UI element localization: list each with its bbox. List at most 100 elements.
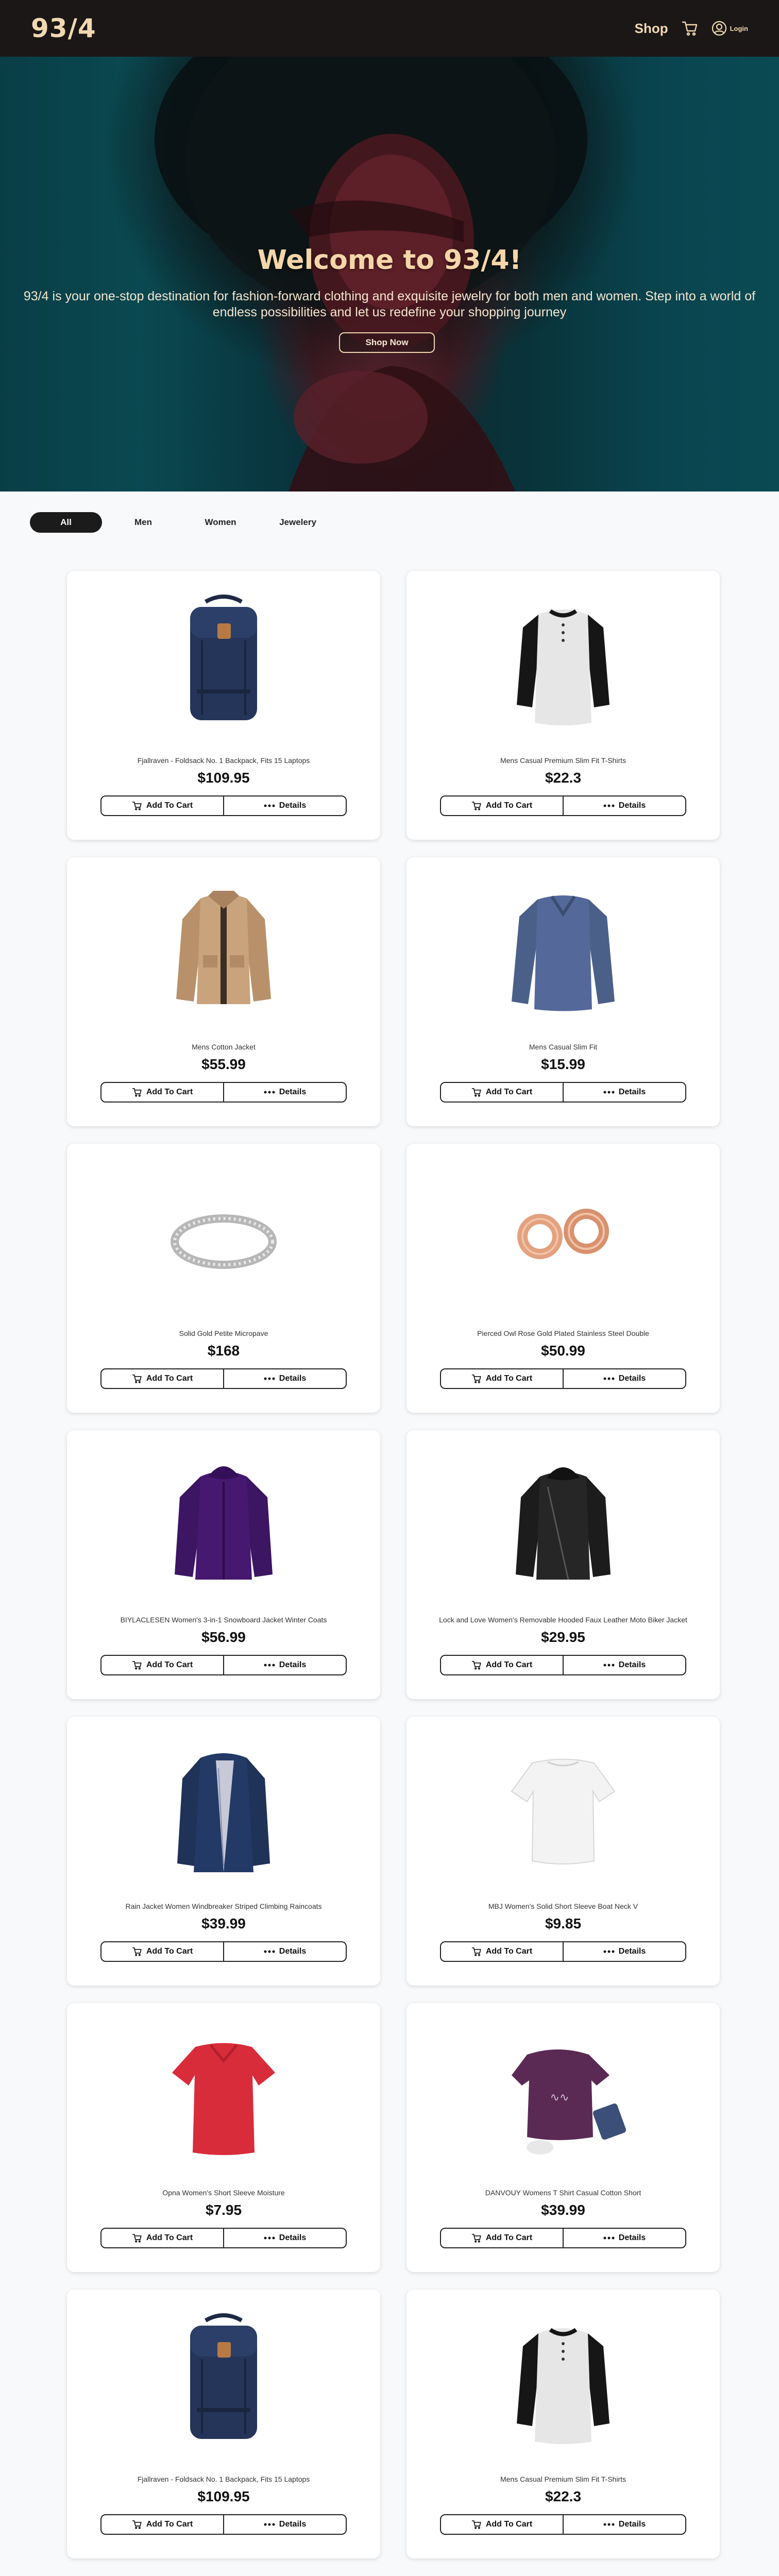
product-card[interactable]: Solid Gold Petite Micropave $168 Add To … (67, 1144, 380, 1413)
details-button[interactable]: Details (224, 1369, 346, 1388)
details-button[interactable]: Details (224, 1083, 346, 1101)
add-to-cart-button[interactable]: Add To Cart (101, 1942, 224, 1961)
product-card[interactable]: Mens Casual Premium Slim Fit T-Shirts $2… (407, 2290, 720, 2558)
more-dots-icon (264, 804, 275, 807)
product-image[interactable] (151, 878, 296, 1022)
details-button[interactable]: Details (564, 2229, 685, 2247)
add-to-cart-label: Add To Cart (485, 1374, 533, 1383)
product-image[interactable] (491, 878, 635, 1022)
product-card[interactable]: Mens Casual Slim Fit $15.99 Add To Cart … (407, 857, 720, 1126)
product-price: $29.95 (541, 1629, 585, 1645)
product-image[interactable] (491, 1737, 635, 1882)
cart-icon (132, 1947, 142, 1956)
details-label: Details (279, 1088, 307, 1096)
add-to-cart-button[interactable]: Add To Cart (101, 2229, 224, 2247)
login-button[interactable]: Login (712, 21, 748, 36)
product-actions: Add To Cart Details (440, 1082, 686, 1103)
product-price: $39.99 (201, 1916, 246, 1931)
product-title: Solid Gold Petite Micropave (179, 1329, 268, 1337)
product-card[interactable]: Mens Casual Premium Slim Fit T-Shirts $2… (407, 571, 720, 840)
cart-icon (132, 801, 142, 810)
product-image[interactable] (151, 591, 296, 736)
product-title: MBJ Women's Solid Short Sleeve Boat Neck… (488, 1902, 638, 1910)
details-button[interactable]: Details (224, 1656, 346, 1674)
add-to-cart-button[interactable]: Add To Cart (441, 2229, 564, 2247)
product-price: $39.99 (541, 2202, 585, 2218)
details-button[interactable]: Details (564, 2515, 685, 2534)
add-to-cart-label: Add To Cart (485, 1947, 533, 1956)
product-image[interactable] (151, 2024, 296, 2168)
add-to-cart-button[interactable]: Add To Cart (441, 1942, 564, 1961)
more-dots-icon (264, 2236, 275, 2240)
add-to-cart-button[interactable]: Add To Cart (441, 2515, 564, 2534)
details-button[interactable]: Details (224, 1942, 346, 1961)
details-button[interactable]: Details (564, 1656, 685, 1674)
cart-icon (471, 2520, 481, 2529)
product-image[interactable] (151, 1737, 296, 1882)
product-actions: Add To Cart Details (440, 1941, 686, 1962)
filter-men[interactable]: Men (107, 512, 179, 533)
add-to-cart-label: Add To Cart (485, 2520, 533, 2529)
more-dots-icon (603, 1950, 615, 1953)
product-card[interactable]: Fjallraven - Foldsack No. 1 Backpack, Fi… (67, 2290, 380, 2558)
product-image[interactable] (491, 1451, 635, 1595)
details-button[interactable]: Details (224, 2515, 346, 2534)
details-button[interactable]: Details (564, 1942, 685, 1961)
product-card[interactable]: Rain Jacket Women Windbreaker Striped Cl… (67, 1717, 380, 1986)
cart-icon (471, 1374, 481, 1383)
add-to-cart-button[interactable]: Add To Cart (441, 1083, 564, 1101)
details-button[interactable]: Details (564, 1369, 685, 1388)
product-price: $9.85 (545, 1916, 582, 1931)
product-card[interactable]: Pierced Owl Rose Gold Plated Stainless S… (407, 1144, 720, 1413)
product-card[interactable]: Opna Women's Short Sleeve Moisture $7.95… (67, 2003, 380, 2272)
filter-jewelery[interactable]: Jewelery (262, 512, 334, 533)
add-to-cart-button[interactable]: Add To Cart (101, 1656, 224, 1674)
shop-now-button[interactable]: Shop Now (339, 332, 435, 353)
product-image[interactable] (491, 2310, 635, 2454)
add-to-cart-button[interactable]: Add To Cart (441, 1369, 564, 1388)
details-button[interactable]: Details (564, 796, 685, 815)
add-to-cart-button[interactable]: Add To Cart (101, 2515, 224, 2534)
product-title: Fjallraven - Foldsack No. 1 Backpack, Fi… (137, 756, 310, 765)
nav-shop-link[interactable]: Shop (635, 21, 668, 37)
details-button[interactable]: Details (564, 1083, 685, 1101)
product-title: Rain Jacket Women Windbreaker Striped Cl… (125, 1902, 322, 1910)
details-button[interactable]: Details (224, 796, 346, 815)
add-to-cart-button[interactable]: Add To Cart (441, 796, 564, 815)
user-icon (712, 21, 726, 36)
product-card[interactable]: ∿∿ DANVOUY Womens T Shirt Casual Cotton … (407, 2003, 720, 2272)
product-image[interactable] (151, 1164, 296, 1309)
filter-women[interactable]: Women (184, 512, 257, 533)
add-to-cart-button[interactable]: Add To Cart (101, 1369, 224, 1388)
product-image[interactable] (491, 1164, 635, 1309)
product-card[interactable]: Lock and Love Women's Removable Hooded F… (407, 1430, 720, 1699)
cart-button[interactable] (682, 21, 698, 36)
product-title: Mens Casual Premium Slim Fit T-Shirts (500, 756, 626, 765)
add-to-cart-label: Add To Cart (146, 2520, 193, 2529)
product-card[interactable]: MBJ Women's Solid Short Sleeve Boat Neck… (407, 1717, 720, 1986)
product-price: $109.95 (197, 770, 250, 786)
add-to-cart-button[interactable]: Add To Cart (101, 1083, 224, 1101)
site-logo[interactable]: 93/4 (31, 13, 96, 43)
product-price: $50.99 (541, 1343, 585, 1359)
product-card[interactable]: Mens Cotton Jacket $55.99 Add To Cart De… (67, 857, 380, 1126)
add-to-cart-button[interactable]: Add To Cart (441, 1656, 564, 1674)
category-filters: All Men Women Jewelery (30, 512, 339, 533)
product-card[interactable]: BIYLACLESEN Women's 3-in-1 Snowboard Jac… (67, 1430, 380, 1699)
product-title: DANVOUY Womens T Shirt Casual Cotton Sho… (485, 2189, 641, 2197)
add-to-cart-button[interactable]: Add To Cart (101, 796, 224, 815)
product-actions: Add To Cart Details (100, 1368, 347, 1389)
product-actions: Add To Cart Details (100, 2228, 347, 2248)
filter-all[interactable]: All (30, 512, 102, 533)
product-actions: Add To Cart Details (100, 1941, 347, 1962)
product-image[interactable] (151, 2310, 296, 2454)
product-actions: Add To Cart Details (100, 2514, 347, 2535)
product-image[interactable] (151, 1451, 296, 1595)
product-image[interactable]: ∿∿ (491, 2024, 635, 2168)
product-title: Mens Casual Slim Fit (529, 1043, 598, 1051)
hero-description: 93/4 is your one-stop destination for fa… (23, 289, 756, 319)
product-image[interactable] (491, 591, 635, 736)
details-button[interactable]: Details (224, 2229, 346, 2247)
more-dots-icon (603, 804, 615, 807)
product-card[interactable]: Fjallraven - Foldsack No. 1 Backpack, Fi… (67, 571, 380, 840)
